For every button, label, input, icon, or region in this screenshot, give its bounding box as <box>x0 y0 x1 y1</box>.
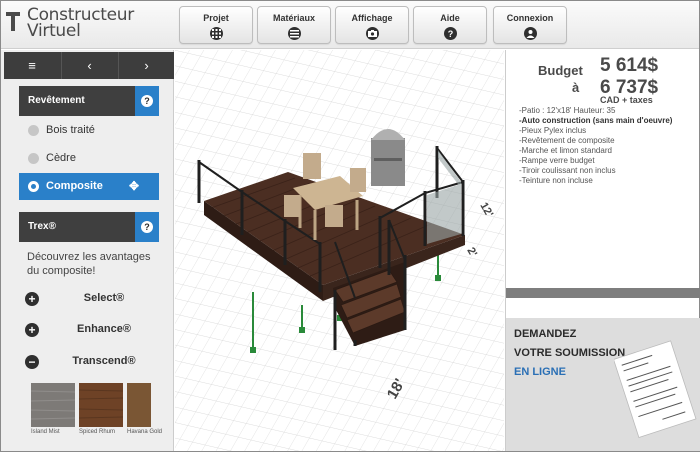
prev-button[interactable]: ‹ <box>61 52 117 79</box>
brand-help-button[interactable]: ? <box>135 212 159 242</box>
price-low: 5 614$ <box>600 55 659 76</box>
detail-line: -Teinture non incluse <box>519 176 593 185</box>
brand-section-title: Trex® <box>28 221 56 232</box>
nav-projet-button[interactable]: Projet <box>179 6 253 44</box>
menu-button[interactable]: ≡ <box>4 52 60 79</box>
surface-option-composite[interactable]: Composite ✥ <box>19 173 159 200</box>
grid-icon <box>209 27 223 40</box>
help-icon: ? <box>141 95 153 107</box>
project-details: -Patio : 12'x18' Hauteur: 35 -Auto const… <box>519 106 697 186</box>
quote-document-icon <box>614 340 697 438</box>
detail-line: -Revêtement de composite <box>519 136 615 145</box>
radio-icon <box>28 153 39 164</box>
svg-text:?: ? <box>447 29 453 38</box>
radio-selected-icon <box>28 181 39 192</box>
surface-option-bois-traite[interactable]: Bois traité <box>19 117 159 144</box>
surface-option-label: Composite <box>46 180 103 192</box>
nav-materiaux-button[interactable]: Matériaux <box>257 6 331 44</box>
deck-scene: 12' 2' 18' <box>175 50 504 451</box>
list-icon <box>287 27 301 40</box>
help-icon: ? <box>141 221 153 233</box>
detail-line: -Auto construction (sans main d'oeuvre) <box>519 116 673 125</box>
radio-icon <box>28 125 39 136</box>
nav-affichage-label: Affichage <box>351 13 393 23</box>
series-select[interactable]: + Select® <box>19 284 159 314</box>
series-label: Transcend® <box>72 355 136 367</box>
move-cursor-icon: ✥ <box>128 179 139 193</box>
color-swatches: Island Mist Spiced Rhum Havana Gold <box>27 383 177 452</box>
3d-viewport[interactable]: 12' 2' 18' <box>175 50 504 451</box>
collapse-icon: − <box>25 355 39 369</box>
nav-materiaux-label: Matériaux <box>272 13 316 23</box>
budget-label: Budget <box>538 63 583 78</box>
expand-icon: + <box>25 323 39 337</box>
camera-icon <box>365 27 379 40</box>
price-range-separator: à <box>572 80 580 95</box>
series-enhance[interactable]: + Enhance® <box>19 315 159 345</box>
surface-option-label: Bois traité <box>46 124 95 136</box>
logo-text: Constructeur Virtuel <box>27 7 134 41</box>
detail-line: -Patio : 12'x18' Hauteur: 35 <box>519 106 616 115</box>
surface-option-cedre[interactable]: Cèdre <box>19 145 159 172</box>
nav-aide-button[interactable]: Aide ? <box>413 6 487 44</box>
promo-line2: VOTRE SOUMISSION <box>514 347 626 359</box>
quote-request-banner[interactable]: DEMANDEZ VOTRE SOUMISSION EN LIGNE <box>506 318 700 451</box>
swatch-havana-gold[interactable] <box>127 383 151 427</box>
nav-projet-label: Projet <box>203 13 229 23</box>
next-button[interactable]: › <box>118 52 174 79</box>
detail-line: -Pieux Pylex inclus <box>519 126 587 135</box>
series-label: Select® <box>83 292 125 304</box>
tax-note: CAD + taxes <box>600 95 653 105</box>
expand-icon: + <box>25 292 39 306</box>
help-icon: ? <box>443 27 457 40</box>
left-panel: ≡ ‹ › Revêtement ? Bois traité Cèdre Com… <box>1 50 174 451</box>
swatch-label: Spiced Rhum <box>79 429 116 435</box>
right-panel: Budget 5 614$ à 6 737$ CAD + taxes -Pati… <box>505 50 700 451</box>
swatch-spiced-rhum[interactable] <box>78 383 124 427</box>
swatch-label: Havana Gold <box>127 429 163 435</box>
logo-line2: Virtuel <box>27 21 81 41</box>
app-logo[interactable]: Constructeur Virtuel <box>5 7 175 45</box>
detail-line: -Marche et limon standard <box>519 146 612 155</box>
detail-line: -Rampe verre budget <box>519 156 595 165</box>
surface-option-label: Cèdre <box>46 152 76 164</box>
series-label: Enhance® <box>77 323 131 335</box>
swatch-label: Island Mist <box>31 429 60 435</box>
swatch-island-mist[interactable] <box>30 383 76 427</box>
panel-toolbar: ≡ ‹ › <box>4 52 174 79</box>
user-icon <box>523 27 537 40</box>
promo-line1: DEMANDEZ <box>514 328 577 340</box>
top-header: Constructeur Virtuel Projet Matériaux Af… <box>1 1 699 49</box>
surface-section-header[interactable]: Revêtement ? <box>19 86 159 116</box>
series-transcend[interactable]: − Transcend® <box>19 347 159 377</box>
nav-connexion-button[interactable]: Connexion <box>493 6 567 44</box>
nav-aide-label: Aide <box>440 13 460 23</box>
surface-section-title: Revêtement <box>28 95 85 106</box>
detail-line: -Tiroir coulissant non inclus <box>519 166 616 175</box>
divider-bar <box>506 288 700 298</box>
brand-description: Découvrez les avantages du composite! <box>27 251 151 277</box>
nav-connexion-label: Connexion <box>506 13 554 23</box>
hammer-icon <box>6 12 20 31</box>
brand-section-header[interactable]: Trex® ? <box>19 212 159 242</box>
surface-help-button[interactable]: ? <box>135 86 159 116</box>
bbq-grill <box>371 129 405 186</box>
nav-affichage-button[interactable]: Affichage <box>335 6 409 44</box>
promo-line3: EN LIGNE <box>514 366 566 378</box>
